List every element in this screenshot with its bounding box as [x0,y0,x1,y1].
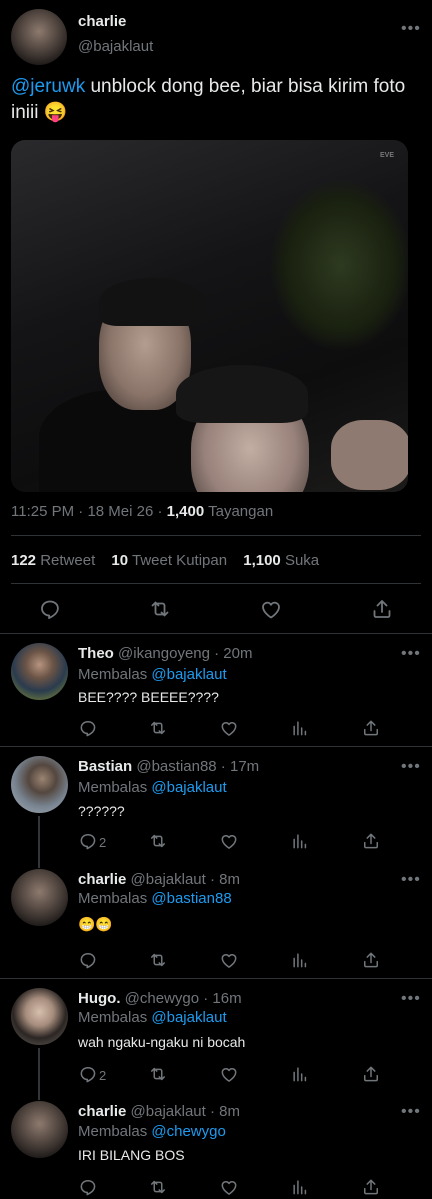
reply-action-bar [0,950,432,974]
tweet-photo[interactable]: EVE [11,140,408,492]
retweet-icon[interactable] [148,597,172,621]
reply-icon[interactable] [78,1177,102,1199]
emoji: 😝 [43,102,68,123]
mention-link[interactable]: @bajaklaut [151,666,226,683]
main-action-bar [0,597,432,621]
replying-to: Membalas @bajaklaut [78,666,227,683]
like-icon[interactable] [219,831,243,855]
reply-tweet[interactable]: Hugo. @chewygo · 16m ••• Membalas @bajak… [0,979,432,1091]
quote-stat[interactable]: 10 Tweet Kutipan [111,552,227,569]
like-icon[interactable] [259,597,283,621]
views-count: 1,400 [166,503,205,520]
reply-tweet[interactable]: charlie @bajaklaut · 8m ••• Membalas @ba… [0,860,432,978]
tweet-text: @jeruwk unblock dong bee, biar bisa kiri… [11,74,426,126]
reply-icon[interactable] [38,597,62,621]
views-icon[interactable] [290,1064,314,1088]
retweet-icon[interactable] [148,1177,172,1199]
retweet-icon[interactable] [148,831,172,855]
photo-watermark: EVE [379,152,394,159]
tweet-date[interactable]: 18 Mei 26 [87,503,153,520]
retweet-stat[interactable]: 122 Retweet [11,552,95,569]
avatar[interactable] [11,1101,68,1158]
views-icon[interactable] [290,1177,314,1199]
author-name[interactable]: charlie [78,13,126,30]
views-icon[interactable] [290,831,314,855]
mention-link[interactable]: @bastian88 [151,890,231,907]
reply-icon[interactable] [78,950,102,974]
reply-icon[interactable] [78,718,102,742]
mention-link[interactable]: @chewygo [151,1123,225,1140]
photo-person-right-cap [176,365,308,423]
reply-tweet[interactable]: Bastian @bastian88 · 17m ••• Membalas @b… [0,747,432,859]
more-icon[interactable]: ••• [401,646,421,662]
like-icon[interactable] [219,950,243,974]
author-handle[interactable]: @bajaklaut [78,38,153,55]
reply-action-bar: 2 [0,831,432,855]
retweet-icon[interactable] [148,950,172,974]
like-icon[interactable] [219,718,243,742]
replying-to: Membalas @chewygo [78,1123,226,1140]
reply-text: IRI BILANG BOS [78,1147,185,1163]
reply-icon[interactable]: 2 [78,831,106,855]
divider [11,583,421,584]
avatar[interactable] [11,756,68,813]
divider [11,535,421,536]
more-icon[interactable]: ••• [401,759,421,775]
share-icon[interactable] [361,950,385,974]
author-name[interactable]: charlie [78,1103,126,1120]
author-name[interactable]: Hugo. [78,990,121,1007]
mention-link[interactable]: @jeruwk [11,76,85,97]
retweet-icon[interactable] [148,718,172,742]
author-name[interactable]: charlie [78,871,126,888]
reply-action-bar [0,718,432,742]
share-icon[interactable] [361,718,385,742]
reply-text: BEE???? BEEEE???? [78,689,219,705]
author-handle[interactable]: @chewygo · 16m [125,990,242,1007]
tweet-meta: 11:25 PM · 18 Mei 26 · 1,400 Tayangan [11,503,274,520]
reply-tweet[interactable]: Theo @ikangoyeng · 20m ••• Membalas @baj… [0,634,432,746]
views-icon[interactable] [290,718,314,742]
mention-link[interactable]: @bajaklaut [151,1009,226,1026]
more-icon[interactable]: ••• [401,872,421,888]
replying-to: Membalas @bastian88 [78,890,232,907]
author-handle[interactable]: @bastian88 · 17m [136,758,259,775]
more-icon[interactable]: ••• [401,991,421,1007]
tweet-time[interactable]: 11:25 PM [11,503,74,520]
author-handle[interactable]: @ikangoyeng · 20m [118,645,252,662]
like-icon[interactable] [219,1064,243,1088]
views-icon[interactable] [290,950,314,974]
views-label: Tayangan [208,503,274,520]
more-icon[interactable]: ••• [401,21,421,37]
author-name[interactable]: Bastian [78,758,132,775]
replying-to: Membalas @bajaklaut [78,1009,227,1026]
like-stat[interactable]: 1,100 Suka [243,552,319,569]
photo-arm [331,420,408,490]
avatar[interactable] [11,869,68,926]
reply-text: wah ngaku-ngaku ni bocah [78,1034,246,1050]
reply-icon[interactable]: 2 [78,1064,106,1088]
share-icon[interactable] [370,597,394,621]
share-icon[interactable] [361,831,385,855]
tweet-stats: 122 Retweet 10 Tweet Kutipan 1,100 Suka [11,552,319,569]
retweet-icon[interactable] [148,1064,172,1088]
reply-text: 😁😁 [78,916,113,932]
share-icon[interactable] [361,1177,385,1199]
reply-text: ?????? [78,803,125,819]
reply-action-bar: 2 [0,1064,432,1088]
author-handle[interactable]: @bajaklaut · 8m [131,1103,240,1120]
more-icon[interactable]: ••• [401,1104,421,1120]
like-icon[interactable] [219,1177,243,1199]
avatar[interactable] [11,643,68,700]
reply-action-bar [0,1177,432,1199]
share-icon[interactable] [361,1064,385,1088]
replying-to: Membalas @bajaklaut [78,779,227,796]
avatar[interactable] [11,9,67,65]
photo-plant [271,180,408,350]
author-name[interactable]: Theo [78,645,114,662]
mention-link[interactable]: @bajaklaut [151,779,226,796]
reply-tweet[interactable]: charlie @bajaklaut · 8m ••• Membalas @ch… [0,1092,432,1199]
author-handle[interactable]: @bajaklaut · 8m [131,871,240,888]
avatar[interactable] [11,988,68,1045]
photo-person-left-cap [99,278,205,326]
